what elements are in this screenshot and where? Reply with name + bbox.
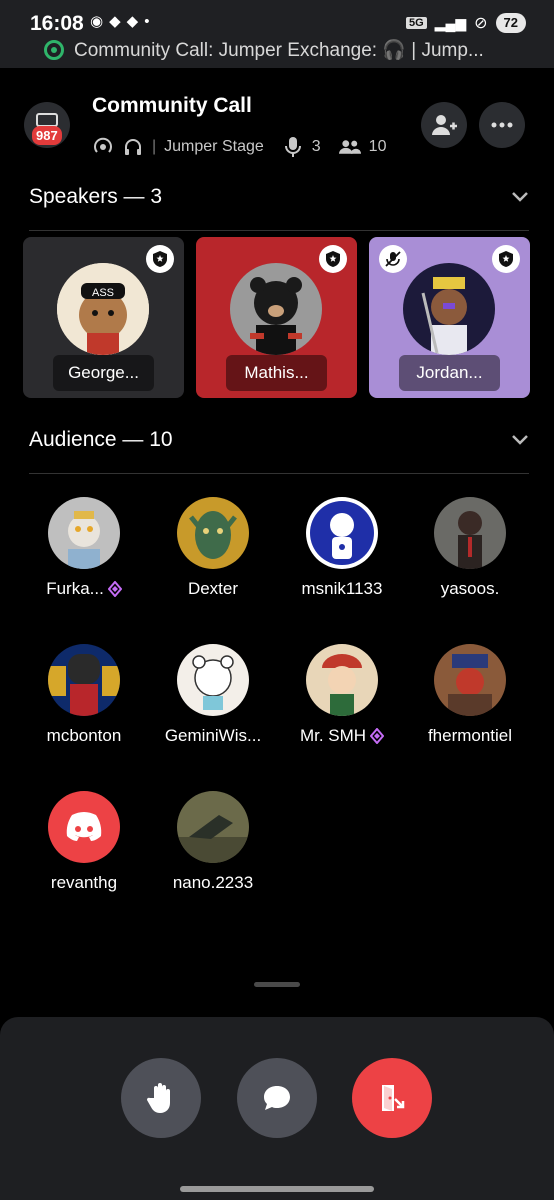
raise-hand-button[interactable] [121,1058,201,1138]
home-indicator[interactable] [180,1186,374,1192]
member-name: nano.2233 [172,873,254,892]
notification-text: Community Call: Jumper Exchange: 🎧 | Jum… [74,40,484,61]
muted-badge [379,245,407,273]
avatar [177,497,249,569]
member-name: msnik1133 [301,579,383,598]
avatar [306,497,378,569]
avatar [306,644,378,716]
divider [29,473,529,474]
member-name: Furka... [46,579,104,598]
server-badge: 987 [32,126,62,145]
chevron-down-icon [512,192,528,202]
audience-member[interactable]: GeminiWis... [148,644,278,746]
discord-icon: ◆ [109,13,121,30]
member-name: GeminiWis... [164,726,262,745]
member-name: mcbonton [46,726,122,745]
avatar [48,497,120,569]
ongoing-call-notification[interactable]: Community Call: Jumper Exchange: 🎧 | Jum… [44,38,484,62]
shield-icon [499,251,513,267]
speaker-name: Mathis... [226,355,327,391]
speakers-section-header[interactable]: Speakers — 3 [29,185,529,209]
member-name: Mr. SMH [299,726,367,745]
people-icon [338,136,361,158]
chat-bubble-icon [264,1086,290,1110]
stage-subtitle: | Jumper Stage 3 10 [92,136,386,158]
speaker-card[interactable]: Mathis... [196,237,357,398]
add-person-icon [432,115,457,135]
invite-button[interactable] [421,102,467,148]
nitro-gem-icon [107,581,122,597]
more-options-button[interactable] [479,102,525,148]
audience-member[interactable]: fhermontiel [405,644,535,746]
avatar: ASS [57,263,149,355]
mic-muted-icon [385,251,401,267]
live-call-icon [44,40,64,60]
divider [29,230,529,231]
avatar [48,791,120,863]
stage-title: Community Call [92,94,252,117]
audience-member[interactable]: Furka... [19,497,149,599]
stage-header: 987 Community Call | Jumper Stage 3 10 [0,68,554,178]
audience-member[interactable]: mcbonton [19,644,149,746]
status-bar: 16:08 ◉ ◆ ◆ • 5G ▂▄▆ ⊘ 72 Community Call… [0,0,554,68]
audience-member[interactable]: Dexter [148,497,278,599]
more-icon [491,122,513,128]
network-label: 5G [405,17,427,29]
avatar [434,644,506,716]
audience-member[interactable]: Mr. SMH [277,644,407,746]
chat-button[interactable] [237,1058,317,1138]
leave-door-icon [382,1085,405,1111]
speakers-label: Speakers — 3 [29,185,163,208]
avatar [434,497,506,569]
leave-stage-button[interactable] [352,1058,432,1138]
audience-member[interactable]: msnik1133 [277,497,407,599]
member-name: Dexter [187,579,239,598]
speaker-name: George... [53,355,154,391]
moderator-badge [492,245,520,273]
avatar [177,644,249,716]
battery-indicator: 72 [495,13,526,33]
clock: 16:08 [30,12,84,35]
more-dot-icon: • [144,12,150,30]
discord-icon-2: ◆ [126,13,139,30]
avatar [48,644,120,716]
audience-member[interactable]: nano.2233 [148,791,278,893]
shield-icon [326,251,340,267]
speaker-card[interactable]: Jordan... [369,237,530,398]
audience-member[interactable]: yasoos. [405,497,535,599]
shield-icon [153,251,167,267]
speaker-card[interactable]: ASS George... [23,237,184,398]
stage-broadcast-icon [92,136,114,158]
moderator-badge [319,245,347,273]
server-icon[interactable]: 987 [24,102,70,148]
hand-icon [146,1083,170,1113]
dnd-icon: ⊘ [474,15,488,32]
member-name: fhermontiel [427,726,513,745]
speaker-count: 3 [311,138,321,155]
avatar [403,263,495,355]
headphones-icon [122,136,144,158]
nitro-gem-icon [370,728,385,744]
avatar [177,791,249,863]
discord-logo-icon [66,812,102,841]
signal-icon: ▂▄▆ [434,14,467,31]
listener-count: 10 [368,138,387,155]
member-name: yasoos. [440,579,500,598]
avatar [230,263,322,355]
app-notification-icon: ◉ [90,13,104,30]
chevron-down-icon [512,435,528,445]
drag-handle[interactable] [254,982,300,987]
stage-name: Jumper Stage [164,138,264,155]
speaker-name: Jordan... [399,355,500,391]
svg-text:ASS: ASS [92,287,114,299]
moderator-badge [146,245,174,273]
microphone-icon [282,136,304,158]
tv-icon [36,113,58,127]
audience-label: Audience — 10 [29,428,173,451]
audience-member[interactable]: revanthg [19,791,149,893]
audience-section-header[interactable]: Audience — 10 [29,428,529,452]
member-name: revanthg [50,873,118,892]
